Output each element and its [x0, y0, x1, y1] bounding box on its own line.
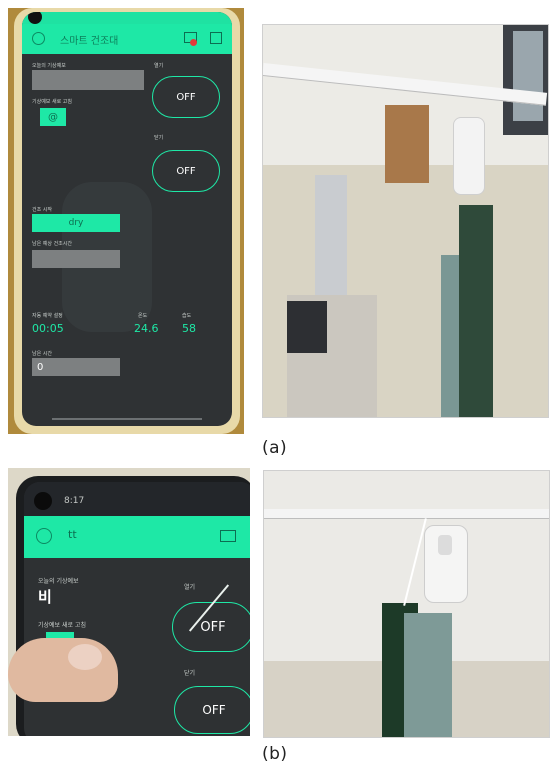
cabinet	[385, 105, 429, 183]
photo-a-drying-rack	[262, 24, 549, 418]
remain-time-label: 남은 시간	[32, 351, 52, 357]
photo-a-phone: 스마트 건조대 오늘의 기상예보 기상예보 새로 고침 @ 열기 OFF 닫기 …	[8, 8, 244, 434]
close-toggle-b[interactable]: OFF	[174, 686, 250, 734]
app-header	[22, 24, 232, 54]
status-bar-b	[24, 482, 250, 516]
fingernail	[68, 644, 102, 670]
menu-icon[interactable]	[210, 32, 222, 44]
close-label-b: 닫기	[184, 670, 196, 677]
phone-screen: 스마트 건조대 오늘의 기상예보 기상예보 새로 고침 @ 열기 OFF 닫기 …	[22, 12, 232, 426]
app-title-b: tt	[68, 528, 77, 541]
auto-label: 자동 예약 설정	[32, 313, 63, 319]
weather-value-b: 비	[38, 588, 52, 606]
back-icon[interactable]	[32, 32, 45, 45]
humidity-value: 58	[182, 322, 196, 335]
open-toggle[interactable]: OFF	[152, 76, 220, 118]
open-label-b: 열기	[184, 584, 196, 591]
printer	[287, 301, 327, 353]
open-toggle-b[interactable]: OFF	[172, 602, 250, 652]
open-state: OFF	[176, 91, 196, 103]
towel-green	[459, 205, 493, 417]
temp-value: 24.6	[134, 322, 159, 335]
rack-rod-b	[264, 509, 549, 519]
window-right	[513, 31, 543, 121]
app-header-b	[24, 516, 250, 558]
dry-button[interactable]: dry	[32, 214, 120, 232]
finger	[8, 638, 118, 702]
open-state-b: OFF	[200, 619, 226, 635]
remaining-display	[32, 250, 120, 268]
dry-button-label: dry	[68, 218, 84, 228]
refresh-label-b: 기상예보 새로 고침	[38, 622, 86, 629]
photo-b-phone: 8:17 tt 오늘의 기상예보 비 열기 OFF 기상예보 새로 고침 @ 닫…	[8, 468, 250, 736]
dry-start-label: 건조 시작	[32, 207, 52, 213]
towel-gray-b	[404, 613, 452, 737]
device-icon-b[interactable]	[220, 530, 236, 542]
auto-value: 00:05	[32, 322, 64, 335]
close-toggle[interactable]: OFF	[152, 150, 220, 192]
refresh-label: 기상예보 새로 고침	[32, 99, 72, 105]
photo-b-device	[263, 470, 550, 738]
humidity-label: 습도	[182, 313, 192, 319]
weather-display	[32, 70, 144, 90]
refresh-symbol: @	[48, 111, 58, 123]
status-time-b: 8:17	[64, 496, 85, 506]
refresh-button[interactable]: @	[40, 108, 66, 126]
back-icon-b[interactable]	[36, 528, 52, 544]
status-bar	[22, 12, 232, 24]
caption-a: (a)	[262, 438, 288, 458]
open-label: 열기	[154, 63, 164, 69]
close-state-b: OFF	[202, 703, 226, 717]
remaining-label: 남은 예상 건조시간	[32, 241, 72, 247]
close-label: 닫기	[154, 135, 164, 141]
device-button-b	[438, 535, 452, 555]
drying-device	[453, 117, 485, 195]
notification-badge-icon	[190, 39, 197, 46]
caption-b: (b)	[262, 744, 288, 764]
weather-label-b: 오늘의 기상예보	[38, 578, 79, 585]
cart	[315, 175, 347, 295]
weather-label: 오늘의 기상예보	[32, 63, 66, 69]
temp-label: 온도	[138, 313, 148, 319]
nav-bar	[52, 418, 202, 420]
camera-hole-b	[34, 492, 52, 510]
app-title: 스마트 건조대	[60, 36, 119, 47]
remain-time-value: 0	[37, 361, 44, 373]
remain-time-display: 0	[32, 358, 120, 376]
close-state: OFF	[176, 165, 196, 177]
